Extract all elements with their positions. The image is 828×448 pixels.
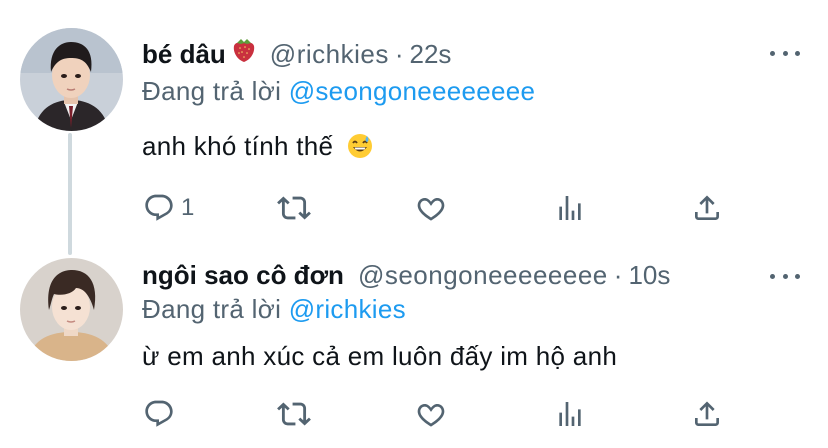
share-icon xyxy=(695,195,719,220)
tweet-1[interactable]: bé dâu @richkies · 22s Đang trả lời @seo… xyxy=(0,0,828,248)
separator-dot: · xyxy=(394,39,404,69)
handle[interactable]: @richkies xyxy=(270,38,389,70)
tweet-text: ừ em anh xúc cả em luôn đấy im hộ anh xyxy=(142,340,617,372)
display-name[interactable]: bé dâu xyxy=(142,38,226,70)
retweet-icon xyxy=(277,402,311,426)
replying-prefix: Đang trả lời xyxy=(142,294,282,324)
mention-link[interactable]: @richkies xyxy=(289,294,406,324)
strawberry-emoji-icon xyxy=(232,37,256,70)
handle[interactable]: @seongoneeeeeeee xyxy=(358,259,608,291)
analytics-icon xyxy=(559,402,581,426)
share-button[interactable] xyxy=(691,397,723,431)
like-icon xyxy=(417,198,445,221)
reply-count: 1 xyxy=(181,194,195,221)
reply-icon xyxy=(145,194,173,221)
more-icon[interactable] xyxy=(770,46,800,60)
like-icon xyxy=(417,404,445,427)
tweet-2[interactable]: ngôi sao cô đơn @seongoneeeeeeee · 10s Đ… xyxy=(0,248,828,448)
share-button[interactable] xyxy=(691,191,723,225)
separator-dot: · xyxy=(613,260,623,290)
replying-prefix: Đang trả lời xyxy=(142,76,282,106)
analytics-icon xyxy=(559,196,581,220)
reply-button[interactable]: 1 xyxy=(143,191,194,225)
timestamp[interactable]: 10s xyxy=(628,259,670,291)
retweet-button[interactable] xyxy=(277,191,311,225)
tweet-actions: 1 xyxy=(0,191,828,225)
replying-to: Đang trả lời @seongoneeeeeeee xyxy=(142,75,535,107)
tweet-text-content: ừ em anh xúc cả em luôn đấy im hộ anh xyxy=(142,341,618,371)
analytics-button[interactable] xyxy=(554,191,586,225)
more-icon[interactable] xyxy=(770,269,800,283)
retweet-icon xyxy=(277,196,311,220)
replying-to: Đang trả lời @richkies xyxy=(142,293,406,325)
thread-line xyxy=(68,133,72,255)
share-icon xyxy=(695,401,719,426)
avatar[interactable] xyxy=(20,258,123,361)
like-button[interactable] xyxy=(415,397,447,431)
like-button[interactable] xyxy=(415,191,447,225)
analytics-button[interactable] xyxy=(554,397,586,431)
tweet-text-content: anh khó tính thế xyxy=(142,131,334,161)
tweet-header: bé dâu @richkies · 22s xyxy=(142,37,451,69)
timestamp[interactable]: 22s xyxy=(410,38,452,70)
reply-button[interactable] xyxy=(143,397,181,431)
mention-link[interactable]: @seongoneeeeeeee xyxy=(289,76,536,106)
display-name[interactable]: ngôi sao cô đơn xyxy=(142,259,344,291)
tweet-text: anh khó tính thế xyxy=(142,130,373,166)
avatar[interactable] xyxy=(20,28,123,131)
tweet-actions xyxy=(0,397,828,431)
retweet-button[interactable] xyxy=(277,397,311,431)
tweet-header: ngôi sao cô đơn @seongoneeeeeeee · 10s xyxy=(142,259,670,291)
reply-icon xyxy=(145,400,173,427)
grinning-sweat-emoji-icon xyxy=(347,133,373,166)
